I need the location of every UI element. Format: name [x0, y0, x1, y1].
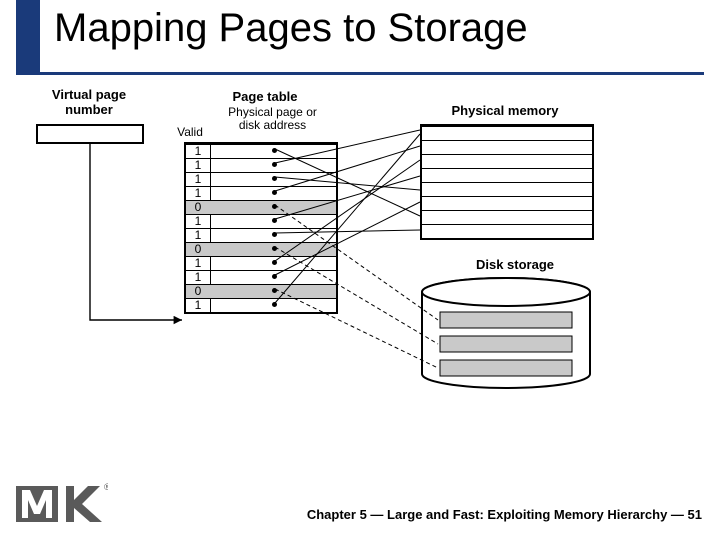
mem-row: [422, 140, 592, 155]
diagram-stage: Virtual pagenumber Page table Physical p…: [0, 90, 720, 460]
title-accent: [16, 0, 40, 74]
dot-icon: [272, 288, 277, 293]
disk-icon: [420, 276, 592, 394]
valid-bit: 1: [186, 186, 210, 200]
dot-icon: [272, 176, 277, 181]
mem-row: [422, 126, 592, 141]
valid-bit: 1: [186, 144, 210, 158]
valid-bit: 0: [186, 200, 210, 214]
dot-icon: [272, 162, 277, 167]
mem-row: [422, 182, 592, 197]
dot-icon: [272, 274, 277, 279]
page-table: 1 1 1 1 0 1 1 0 1 1 0 1: [184, 142, 338, 314]
physical-memory: [420, 124, 594, 240]
slide-footer: Chapter 5 — Large and Fast: Exploiting M…: [307, 507, 702, 522]
dot-icon: [272, 232, 277, 237]
mem-row: [422, 196, 592, 211]
dot-icon: [272, 302, 277, 307]
ppda-label: Physical page ordisk address: [215, 106, 330, 132]
vpn-box: [36, 124, 144, 144]
pm-label: Physical memory: [430, 104, 580, 119]
valid-bit: 1: [186, 270, 210, 284]
mem-row: [422, 168, 592, 183]
mem-row: [422, 210, 592, 225]
tm-mark: ®: [104, 482, 108, 492]
valid-bit: 1: [186, 228, 210, 242]
valid-bit: 1: [186, 214, 210, 228]
valid-label: Valid: [170, 126, 210, 139]
pagetable-label: Page table: [205, 90, 325, 105]
valid-bit: 1: [186, 256, 210, 270]
dot-icon: [272, 260, 277, 265]
mem-row: [422, 224, 592, 239]
dot-icon: [272, 190, 277, 195]
title-rule: [16, 72, 704, 75]
mem-row: [422, 154, 592, 169]
slide-title: Mapping Pages to Storage: [54, 6, 528, 51]
dot-icon: [272, 204, 277, 209]
dot-icon: [272, 148, 277, 153]
dot-icon: [272, 246, 277, 251]
mapping-lines: [0, 90, 720, 460]
dot-icon: [272, 218, 277, 223]
publisher-logo: ®: [16, 480, 108, 528]
valid-bit: 0: [186, 284, 210, 298]
valid-bit: 0: [186, 242, 210, 256]
valid-bit: 1: [186, 298, 210, 312]
slide: Mapping Pages to Storage Virtual pagenum…: [0, 0, 720, 540]
vpn-label: Virtual pagenumber: [34, 88, 144, 118]
valid-bit: 1: [186, 158, 210, 172]
disk-label: Disk storage: [455, 258, 575, 273]
valid-bit: 1: [186, 172, 210, 186]
